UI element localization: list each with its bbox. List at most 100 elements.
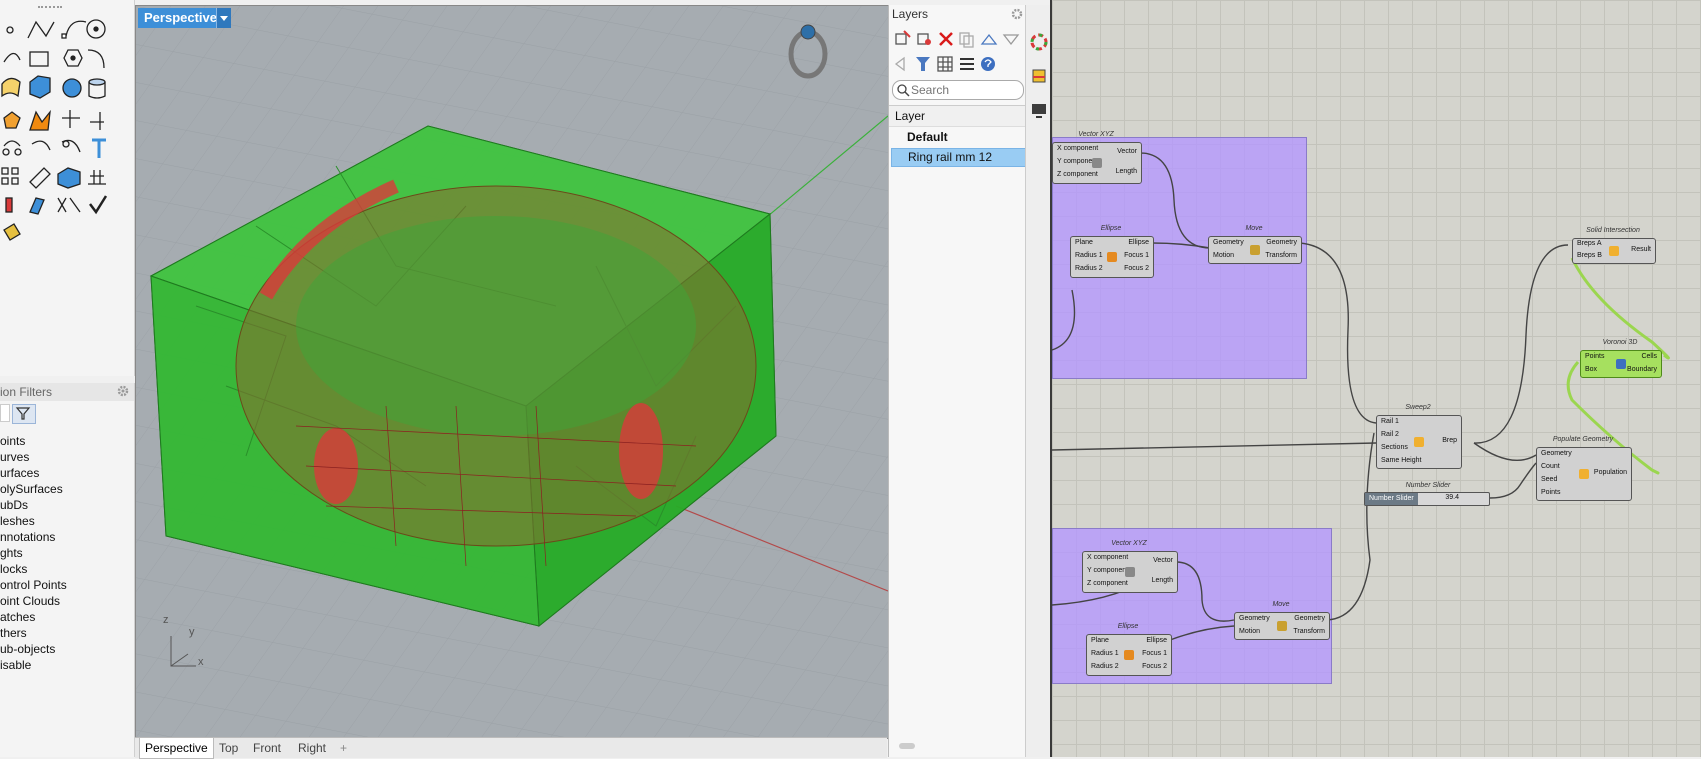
- component-vec1[interactable]: X component Y component Z component Vector L…: [1052, 142, 1142, 184]
- component-output[interactable]: Focus 1: [1142, 650, 1167, 657]
- filter-item[interactable]: urfaces: [0, 465, 39, 481]
- layer-column-header[interactable]: Layer: [889, 105, 1026, 127]
- component-mov1[interactable]: Geometry Motion Geometry Transform: [1208, 236, 1302, 264]
- component-vec2[interactable]: X component Y component Z component Vector L…: [1082, 551, 1178, 593]
- layer-row-default[interactable]: Default: [891, 129, 1024, 146]
- component-input[interactable]: Breps B: [1577, 252, 1602, 259]
- component-input[interactable]: X component: [1057, 145, 1098, 152]
- layer-search-input[interactable]: [909, 82, 1021, 98]
- tab-front[interactable]: Front: [253, 738, 281, 758]
- component-input[interactable]: Same Height: [1381, 457, 1421, 464]
- component-swp[interactable]: Rail 1 Rail 2 Sections Same Height Brep: [1376, 415, 1462, 469]
- filter-item[interactable]: urves: [0, 449, 29, 465]
- filter-item[interactable]: thers: [0, 625, 27, 641]
- filter-item[interactable]: atches: [0, 609, 35, 625]
- component-input[interactable]: Motion: [1213, 252, 1234, 259]
- component-input[interactable]: Geometry: [1541, 450, 1572, 457]
- component-input[interactable]: Rail 2: [1381, 431, 1399, 438]
- filters-header: ion Filters: [0, 383, 134, 401]
- component-input[interactable]: Box: [1585, 366, 1597, 373]
- component-ell1[interactable]: Plane Radius 1 Radius 2 Ellipse Focus 1 Focus…: [1070, 236, 1154, 278]
- component-input[interactable]: Z component: [1057, 171, 1098, 178]
- filter-item[interactable]: leshes: [0, 513, 35, 529]
- perspective-viewport[interactable]: Perspective z y x: [135, 5, 889, 739]
- component-input[interactable]: Seed: [1541, 476, 1557, 483]
- component-output[interactable]: Transform: [1265, 252, 1297, 259]
- tab-top[interactable]: Top: [219, 738, 238, 758]
- component-pop[interactable]: Geometry Count Seed Points Population: [1536, 447, 1632, 501]
- layers-scrollbar[interactable]: [899, 743, 915, 749]
- component-output[interactable]: Focus 2: [1124, 265, 1149, 272]
- component-output[interactable]: Focus 2: [1142, 663, 1167, 670]
- component-output[interactable]: Vector: [1117, 148, 1137, 155]
- component-input[interactable]: Motion: [1239, 628, 1260, 635]
- component-input[interactable]: X component: [1087, 554, 1128, 561]
- component-output[interactable]: Geometry: [1266, 239, 1297, 246]
- component-input[interactable]: Radius 1: [1075, 252, 1103, 259]
- component-input[interactable]: Radius 2: [1075, 265, 1103, 272]
- component-title: Voronoi 3D: [1602, 339, 1638, 346]
- component-output[interactable]: Ellipse: [1128, 239, 1149, 246]
- component-output[interactable]: Population: [1594, 469, 1627, 476]
- filter-toggle-button[interactable]: [12, 404, 36, 424]
- component-input[interactable]: Rail 1: [1381, 418, 1399, 425]
- tab-perspective[interactable]: Perspective: [139, 738, 214, 759]
- add-tab-button[interactable]: +: [340, 738, 347, 758]
- filter-item[interactable]: oints: [0, 433, 25, 449]
- component-input[interactable]: Geometry: [1213, 239, 1244, 246]
- component-input[interactable]: Y component: [1087, 567, 1128, 574]
- component-output[interactable]: Brep: [1442, 437, 1457, 444]
- number-slider[interactable]: Number Slider 39.4: [1364, 492, 1490, 506]
- tab-right[interactable]: Right: [298, 738, 326, 758]
- component-ell2[interactable]: Plane Radius 1 Radius 2 Ellipse Focus 1 Focus…: [1086, 634, 1172, 676]
- filter-item[interactable]: nnotations: [0, 529, 55, 545]
- component-sol[interactable]: Breps A Breps B Result: [1572, 238, 1656, 264]
- component-input[interactable]: Geometry: [1239, 615, 1270, 622]
- component-input[interactable]: Points: [1585, 353, 1604, 360]
- component-input[interactable]: Count: [1541, 463, 1560, 470]
- component-output[interactable]: Geometry: [1294, 615, 1325, 622]
- filter-item[interactable]: ghts: [0, 545, 23, 561]
- viewport-menu-button[interactable]: [216, 8, 231, 28]
- component-input[interactable]: Points: [1541, 489, 1560, 496]
- component-input[interactable]: Radius 2: [1091, 663, 1119, 670]
- component-input[interactable]: Plane: [1075, 239, 1093, 246]
- layer-search-box[interactable]: [892, 80, 1024, 100]
- slider-title: Number Slider: [1405, 482, 1451, 489]
- component-output[interactable]: Length: [1152, 577, 1173, 584]
- component-output[interactable]: Boundary: [1627, 366, 1657, 373]
- layer-row-ring-rail[interactable]: Ring rail mm 12: [891, 148, 1026, 167]
- component-input[interactable]: Breps A: [1577, 240, 1602, 247]
- filter-item[interactable]: oint Clouds: [0, 593, 60, 609]
- filter-item[interactable]: ubDs: [0, 497, 28, 513]
- panel-settings-gear-icon[interactable]: [1010, 7, 1024, 21]
- component-vor[interactable]: Points Box Cells Boundary: [1580, 350, 1662, 378]
- component-output[interactable]: Transform: [1293, 628, 1325, 635]
- toolbar-grip[interactable]: [38, 6, 62, 11]
- color-wheel-icon[interactable]: [1030, 33, 1048, 51]
- component-output[interactable]: Focus 1: [1124, 252, 1149, 259]
- component-output[interactable]: Cells: [1641, 353, 1657, 360]
- filter-tab[interactable]: [0, 404, 10, 422]
- component-output[interactable]: Vector: [1153, 557, 1173, 564]
- component-input[interactable]: Z component: [1087, 580, 1128, 587]
- filter-item[interactable]: ontrol Points: [0, 577, 67, 593]
- component-input[interactable]: Radius 1: [1091, 650, 1119, 657]
- component-output[interactable]: Result: [1631, 246, 1651, 253]
- materials-icon[interactable]: [1030, 67, 1048, 85]
- axis-label-x: x: [198, 656, 204, 668]
- component-input[interactable]: Sections: [1381, 444, 1408, 451]
- component-input[interactable]: Plane: [1091, 637, 1109, 644]
- component-output[interactable]: Ellipse: [1146, 637, 1167, 644]
- grasshopper-canvas[interactable]: Vector XYZ X component Y component Z compon…: [1052, 0, 1701, 757]
- viewport-title[interactable]: Perspective: [138, 8, 223, 28]
- display-icon[interactable]: [1030, 101, 1048, 119]
- settings-gear-icon[interactable]: [116, 384, 130, 398]
- filter-item[interactable]: locks: [0, 561, 27, 577]
- layer-column-label: Layer: [895, 109, 926, 123]
- filter-item[interactable]: ub-objects: [0, 641, 55, 657]
- filter-item[interactable]: isable: [0, 657, 31, 673]
- component-mov2[interactable]: Geometry Motion Geometry Transform: [1234, 612, 1330, 640]
- component-output[interactable]: Length: [1116, 168, 1137, 175]
- filter-item[interactable]: olySurfaces: [0, 481, 63, 497]
